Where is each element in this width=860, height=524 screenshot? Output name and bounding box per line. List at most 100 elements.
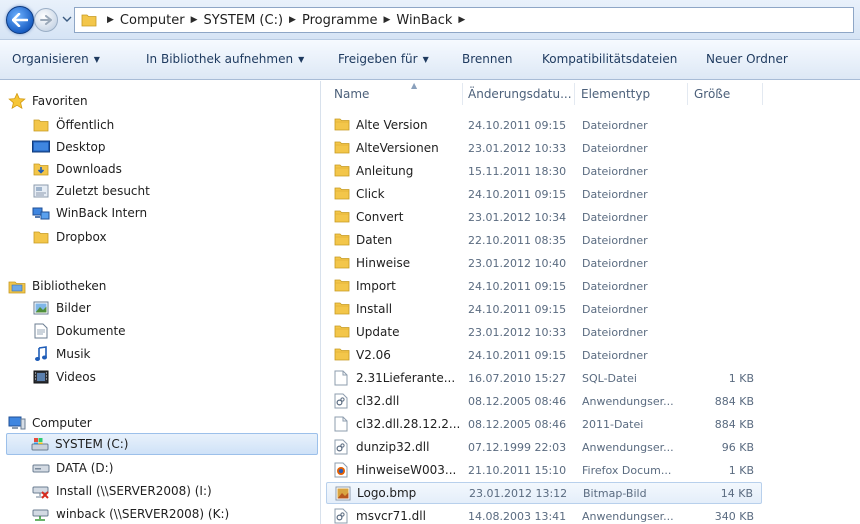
file-name: msvcr71.dll [356, 509, 426, 523]
dll-icon [334, 439, 350, 455]
nav-item-label: Downloads [56, 162, 122, 176]
crumb-separator[interactable]: ▶ [191, 15, 198, 25]
file-size: 340 KB [714, 509, 754, 523]
nav-item-winback-intern[interactable]: WinBack Intern [32, 202, 352, 224]
table-row[interactable]: cl32.dll.28.12.2... 08.12.2005 08:46 2011-… [326, 413, 762, 435]
column-size[interactable]: Größe [694, 87, 730, 101]
file-name: 2.31Lieferante... [356, 371, 456, 385]
nav-libraries[interactable]: Bibliotheken [8, 275, 328, 297]
file-size: 14 KB [720, 486, 753, 500]
file-type: Dateiordner [582, 348, 648, 362]
burn-button[interactable]: Brennen [462, 52, 512, 66]
file-name: Alte Version [356, 118, 428, 132]
nav-item-label: Musik [56, 347, 91, 361]
file-date: 23.01.2012 10:40 [468, 256, 567, 270]
table-row[interactable]: dunzip32.dll 07.12.1999 22:03 Anwendungser… [326, 436, 762, 458]
file-type: Dateiordner [582, 118, 648, 132]
folder-icon [32, 117, 50, 133]
table-row[interactable]: HinweiseW003... 21.10.2011 15:10 Firefox D… [326, 459, 762, 481]
navigation-pane: Favoriten Öffentlich Desktop Downloads Z… [0, 81, 321, 524]
file-date: 23.01.2012 10:33 [468, 325, 567, 339]
nav-item-videos[interactable]: Videos [32, 366, 352, 388]
nav-item-label: WinBack Intern [56, 206, 148, 220]
forward-button[interactable] [34, 8, 58, 32]
share-with-button[interactable]: Freigeben für ▼ [338, 52, 429, 66]
nav-item-music[interactable]: Musik [32, 343, 352, 365]
file-date: 08.12.2005 08:46 [468, 394, 567, 408]
nav-item-recent[interactable]: Zuletzt besucht [32, 180, 352, 202]
file-name: Click [356, 187, 385, 201]
table-row[interactable]: Convert 23.01.2012 10:34 Dateiordner [326, 206, 762, 228]
nav-item-label: Videos [56, 370, 96, 384]
firefox-icon [334, 462, 350, 478]
table-row[interactable]: V2.06 24.10.2011 09:15 Dateiordner [326, 344, 762, 366]
nav-favorites-label: Favoriten [32, 94, 88, 108]
table-row[interactable]: cl32.dll 08.12.2005 08:46 Anwendungser... 8… [326, 390, 762, 412]
folder-icon [334, 255, 350, 271]
nav-libraries-label: Bibliotheken [32, 279, 107, 293]
table-row[interactable]: Daten 22.10.2011 08:35 Dateiordner [326, 229, 762, 251]
table-row[interactable]: Import 24.10.2011 09:15 Dateiordner [326, 275, 762, 297]
back-button[interactable] [6, 6, 34, 34]
crumb-separator[interactable]: ▶ [107, 15, 114, 25]
chevron-down-icon[interactable] [62, 16, 72, 22]
nav-item-install-i[interactable]: Install (\\SERVER2008) (I:) [32, 480, 352, 502]
nav-item-data-d[interactable]: DATA (D:) [32, 457, 352, 479]
table-row[interactable]: Logo.bmp 23.01.2012 13:12 Bitmap-Bild 14 KB [326, 482, 762, 504]
include-in-library-button[interactable]: In Bibliothek aufnehmen ▼ [146, 52, 304, 66]
nav-item-downloads[interactable]: Downloads [32, 158, 352, 180]
table-row[interactable]: AlteVersionen 23.01.2012 10:33 Dateiordner [326, 137, 762, 159]
file-name: Logo.bmp [357, 486, 417, 500]
compatibility-files-button[interactable]: Kompatibilitätsdateien [542, 52, 677, 66]
organize-button[interactable]: Organisieren ▼ [12, 52, 100, 66]
dll-icon [334, 393, 350, 409]
file-type: Anwendungser... [582, 440, 674, 454]
nav-computer[interactable]: Computer [8, 412, 328, 434]
table-row[interactable]: Click 24.10.2011 09:15 Dateiordner [326, 183, 762, 205]
file-name: Anleitung [356, 164, 414, 178]
crumb-separator[interactable]: ▶ [289, 15, 296, 25]
file-type: Dateiordner [582, 233, 648, 247]
column-divider[interactable] [462, 83, 463, 105]
table-row[interactable]: Install 24.10.2011 09:15 Dateiordner [326, 298, 762, 320]
breadcrumb-computer[interactable]: Computer [120, 13, 185, 28]
table-row[interactable]: Update 23.01.2012 10:33 Dateiordner [326, 321, 762, 343]
table-row[interactable]: msvcr71.dll 14.08.2003 13:41 Anwendungser.… [326, 505, 762, 524]
table-row[interactable]: 2.31Lieferante... 16.07.2010 15:27 SQL-Dat… [326, 367, 762, 389]
address-box[interactable]: ▶ Computer ▶ SYSTEM (C:) ▶ Programme ▶ W… [74, 7, 854, 33]
crumb-separator[interactable]: ▶ [383, 15, 390, 25]
file-size: 884 KB [714, 394, 754, 408]
nav-item-label: Dropbox [56, 230, 107, 244]
table-row[interactable]: Hinweise 23.01.2012 10:40 Dateiordner [326, 252, 762, 274]
nav-item-label: Dokumente [56, 324, 126, 338]
file-type: Dateiordner [582, 325, 648, 339]
nav-item-winback-k[interactable]: winback (\\SERVER2008) (K:) [32, 503, 352, 524]
nav-favorites[interactable]: Favoriten [8, 90, 328, 112]
compat-label: Kompatibilitätsdateien [542, 52, 678, 66]
new-folder-button[interactable]: Neuer Ordner [706, 52, 788, 66]
table-row[interactable]: Alte Version 24.10.2011 09:15 Dateiordner [326, 114, 762, 136]
column-divider[interactable] [762, 83, 763, 105]
column-date[interactable]: Änderungsdatu... [468, 87, 572, 101]
nav-item-documents[interactable]: Dokumente [32, 320, 352, 342]
nav-item-pictures[interactable]: Bilder [32, 297, 352, 319]
film-icon [32, 369, 50, 385]
table-row[interactable]: Anleitung 15.11.2011 18:30 Dateiordner [326, 160, 762, 182]
breadcrumb-programme[interactable]: Programme [302, 13, 378, 28]
nav-item-desktop[interactable]: Desktop [32, 136, 352, 158]
folder-icon [334, 301, 350, 317]
column-name[interactable]: Name [334, 87, 369, 101]
file-date: 24.10.2011 09:15 [468, 118, 567, 132]
crumb-separator[interactable]: ▶ [458, 15, 465, 25]
bitmap-icon [335, 486, 351, 502]
nav-item-dropbox[interactable]: Dropbox [32, 226, 352, 248]
breadcrumb-system-c[interactable]: SYSTEM (C:) [203, 13, 283, 28]
nav-item-label: Desktop [56, 140, 106, 154]
chevron-down-icon: ▼ [422, 54, 429, 64]
breadcrumb-winback[interactable]: WinBack [396, 13, 452, 28]
column-divider[interactable] [574, 83, 575, 105]
nav-item-public[interactable]: Öffentlich [32, 114, 352, 136]
column-type[interactable]: Elementtyp [581, 87, 650, 101]
column-divider[interactable] [687, 83, 688, 105]
nav-item-system-c[interactable]: SYSTEM (C:) [6, 433, 318, 455]
